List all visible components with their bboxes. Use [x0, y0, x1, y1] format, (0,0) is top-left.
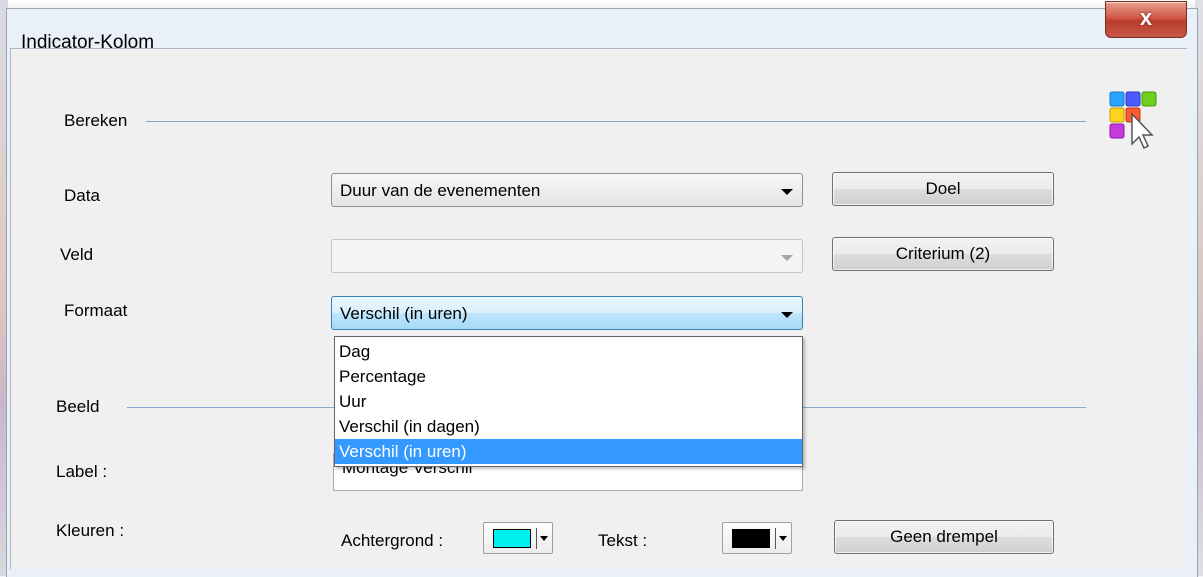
bereken-separator: [146, 121, 1086, 122]
formaat-option[interactable]: Uur: [335, 389, 802, 414]
tekst-color-picker[interactable]: [722, 522, 792, 554]
formaat-option[interactable]: Verschil (in dagen): [335, 414, 802, 439]
chevron-down-icon: [540, 536, 548, 541]
data-select[interactable]: Duur van de evenementen: [331, 173, 803, 207]
formaat-option[interactable]: Verschil (in uren): [335, 439, 802, 464]
doel-button[interactable]: Doel: [832, 172, 1054, 206]
formaat-dropdown-list: Dag Percentage Uur Verschil (in dagen) V…: [334, 336, 803, 467]
tekst-label: Tekst :: [598, 531, 648, 550]
data-select-value: Duur van de evenementen: [340, 181, 541, 200]
veld-label: Veld: [60, 245, 94, 264]
veld-select: [331, 239, 803, 273]
formaat-select-value: Verschil (in uren): [340, 304, 468, 323]
label-label: Label :: [56, 462, 108, 481]
chevron-down-icon: [779, 536, 787, 541]
close-button[interactable]: x: [1105, 1, 1187, 38]
formaat-option[interactable]: Dag: [335, 339, 802, 364]
achtergrond-label: Achtergrond :: [341, 531, 444, 550]
chevron-down-icon: [781, 189, 793, 195]
color-picker-divider: [775, 528, 776, 549]
beeld-section-label: Beeld: [56, 397, 102, 417]
geen-drempel-button[interactable]: Geen drempel: [834, 520, 1054, 554]
kleuren-label: Kleuren :: [56, 521, 125, 540]
formaat-option[interactable]: Percentage: [335, 364, 802, 389]
formaat-label: Formaat: [64, 301, 128, 320]
chevron-down-icon: [781, 255, 793, 261]
data-label: Data: [64, 186, 100, 205]
formaat-select[interactable]: Verschil (in uren): [331, 296, 803, 330]
tekst-color-swatch: [732, 529, 770, 548]
color-grid-cursor-icon: [1109, 91, 1157, 150]
chevron-down-icon: [781, 312, 793, 318]
close-icon: x: [1139, 5, 1153, 30]
title-bar: Indicator-Kolom x: [7, 1, 1197, 53]
bereken-section-label: Bereken: [64, 111, 130, 131]
color-picker-divider: [536, 528, 537, 549]
achtergrond-color-picker[interactable]: [483, 522, 553, 554]
criterium-button[interactable]: Criterium (2): [832, 237, 1054, 271]
achtergrond-color-swatch: [493, 529, 531, 548]
